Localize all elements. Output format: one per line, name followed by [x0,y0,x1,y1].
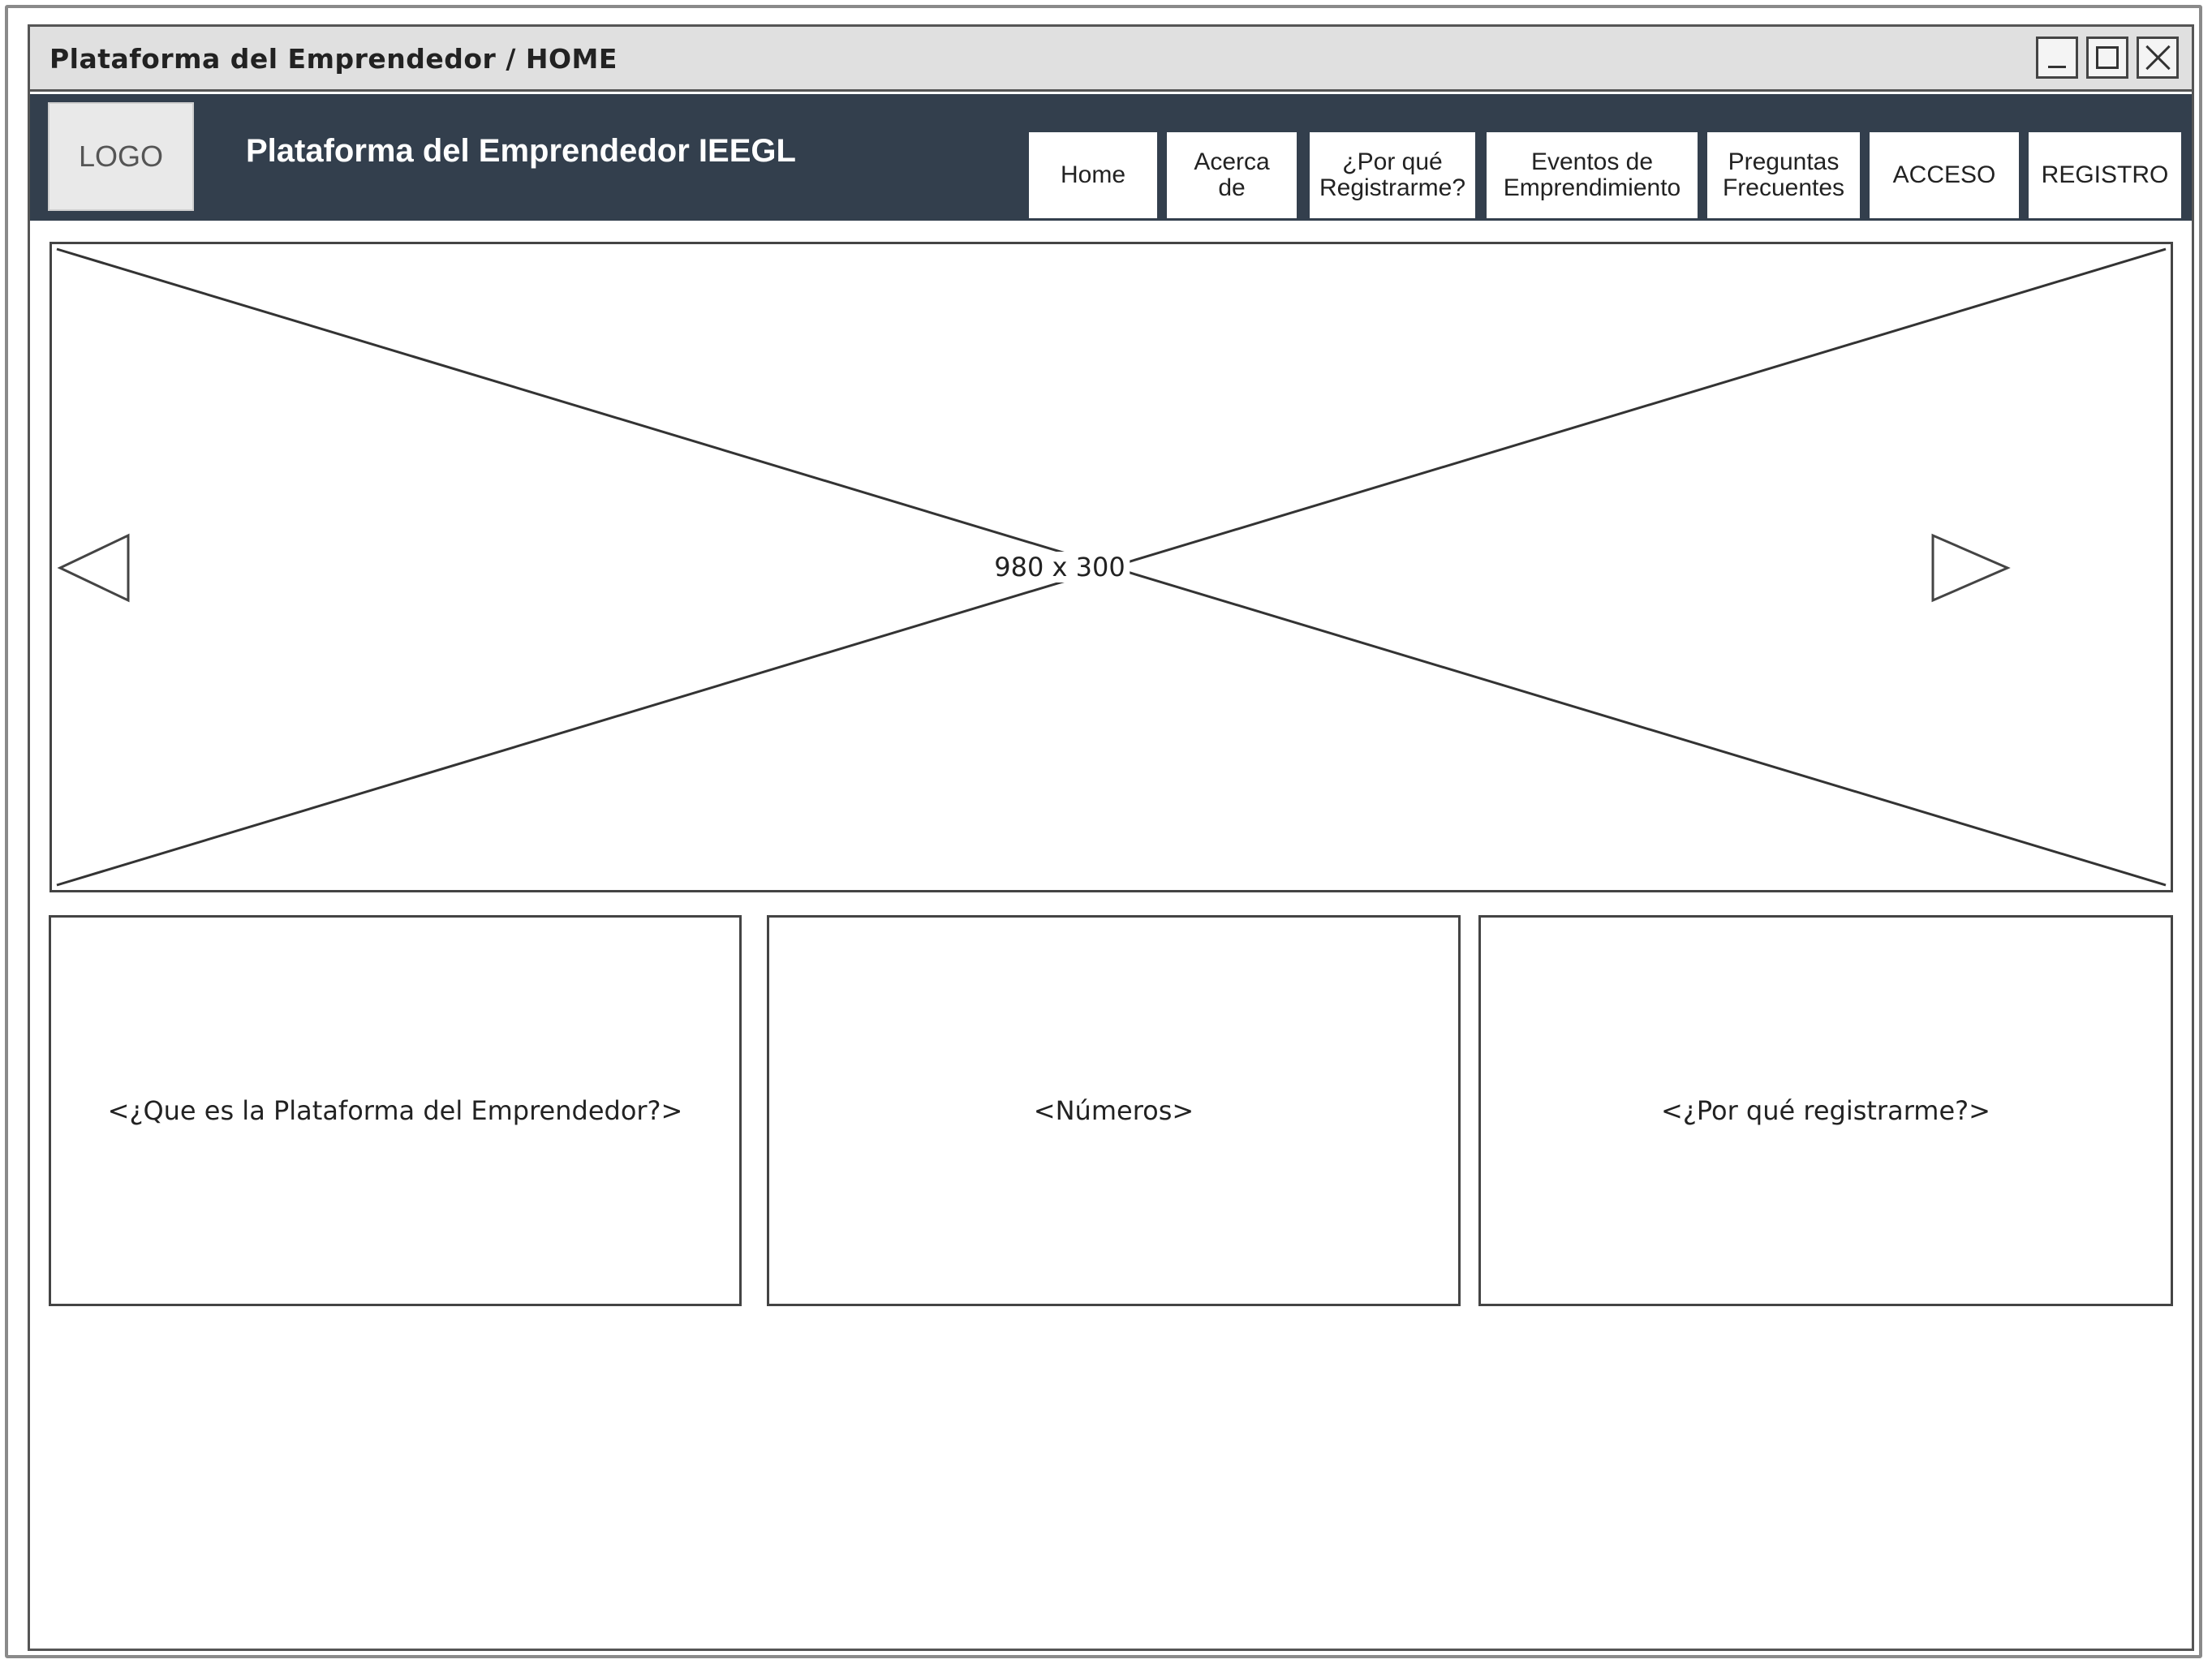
triangle-right-icon[interactable] [1926,532,2011,604]
logo[interactable]: LOGO [48,102,194,211]
tab-acceso[interactable]: ACCESO [1870,132,2019,218]
tab-registro[interactable]: REGISTRO [2029,132,2181,218]
content-box-numeros: <Números> [767,915,1461,1306]
site-title: Plataforma del Emprendedor IEEGL [246,133,796,169]
maximize-icon[interactable] [2086,37,2128,79]
content-box-label: <¿Que es la Plataforma del Emprendedor?> [107,1095,683,1126]
tab-eventos-de-emprendimiento[interactable]: Eventos de Emprendimiento [1487,132,1698,218]
title-bar: Plataforma del Emprendedor / HOME [30,27,2192,92]
content-box-por-que-registrarme: <¿Por qué registrarme?> [1478,915,2173,1306]
window-title: Plataforma del Emprendedor / HOME [49,43,618,75]
tab-home[interactable]: Home [1029,132,1157,218]
close-icon[interactable] [2137,37,2179,79]
triangle-left-icon[interactable] [55,532,140,604]
tab-acerca-de[interactable]: Acerca de [1167,132,1297,218]
tab-preguntas-frecuentes[interactable]: Preguntas Frecuentes [1707,132,1860,218]
image-size-label: 980 x 300 [989,552,1130,583]
content-box-label: <Números> [1033,1095,1194,1126]
minimize-icon[interactable] [2036,37,2078,79]
tab-por-que-registrarme[interactable]: ¿Por qué Registrarme? [1310,132,1475,218]
content-box-que-es: <¿Que es la Plataforma del Emprendedor?> [49,915,742,1306]
content-box-label: <¿Por qué registrarme?> [1661,1095,1990,1126]
